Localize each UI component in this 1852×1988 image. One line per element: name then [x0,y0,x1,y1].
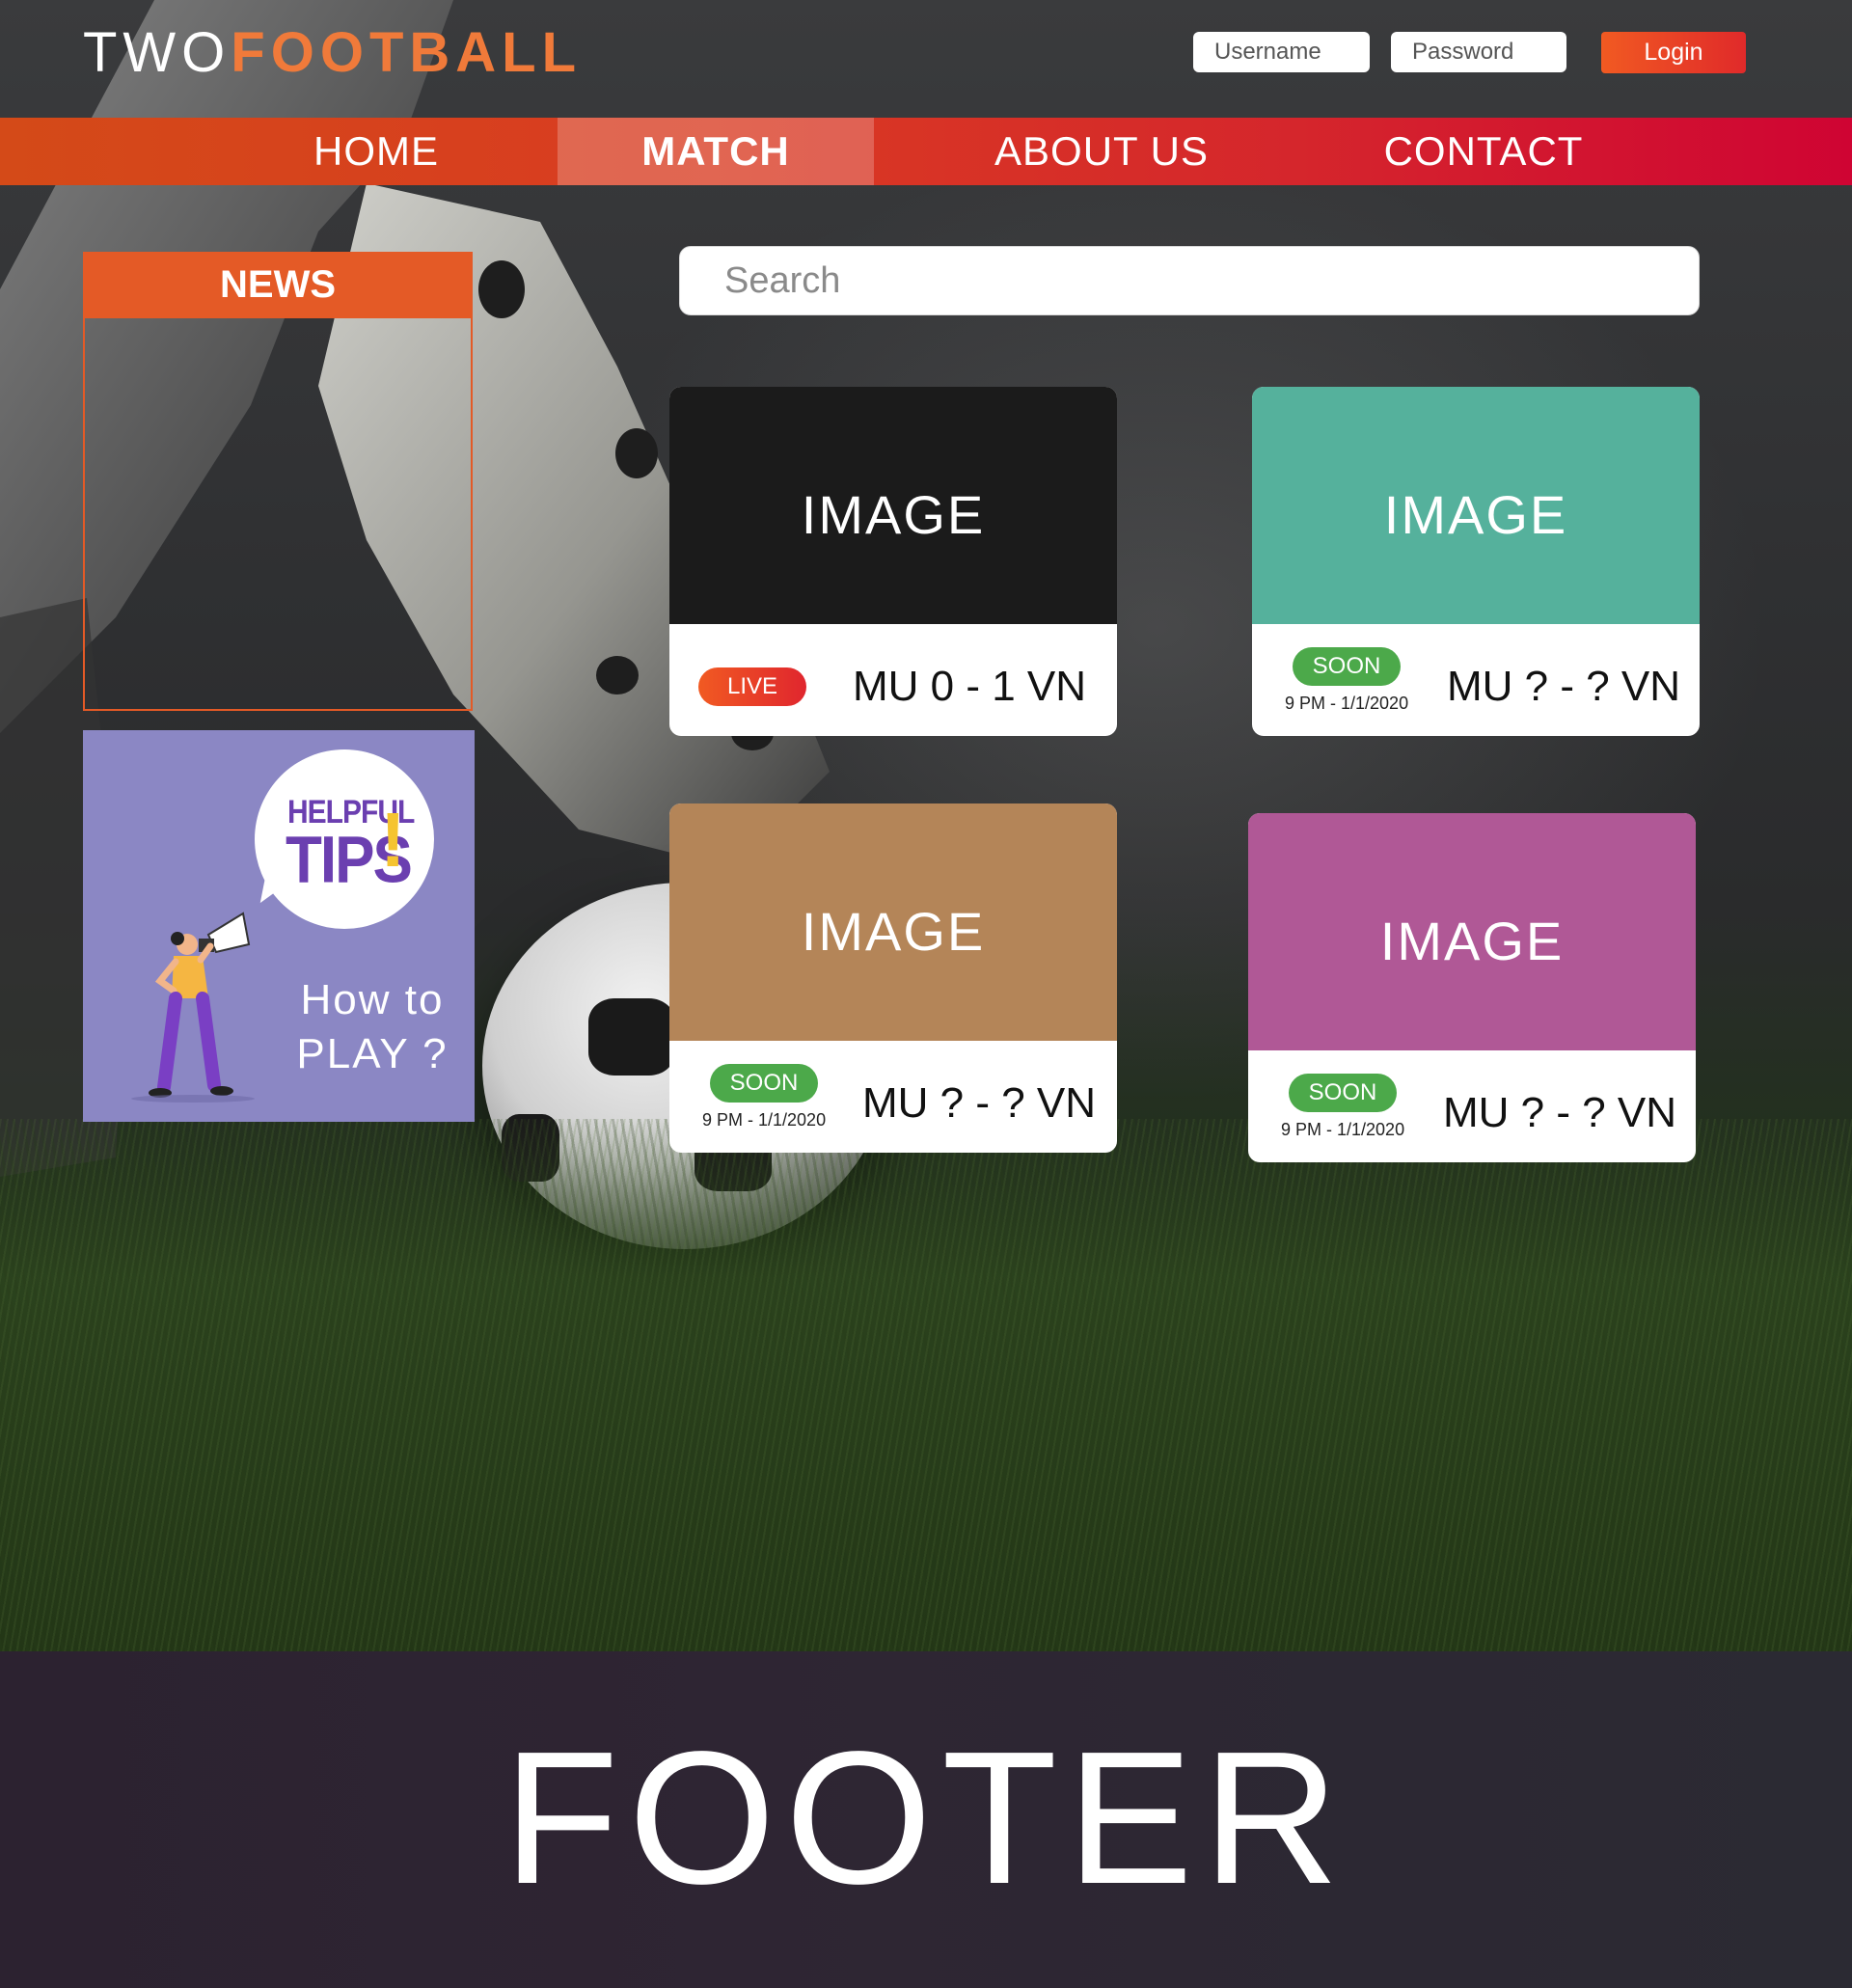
grass-field [0,1119,1852,1651]
nav-item-home[interactable]: HOME [222,118,531,185]
main-nav: HOME MATCH ABOUT US CONTACT [0,118,1852,185]
match-score: MU ? - ? VN [1443,1089,1677,1136]
soon-badge: SOON [710,1064,818,1103]
match-card[interactable]: IMAGE SOON 9 PM - 1/1/2020 MU ? - ? VN [1252,387,1700,736]
how-to-play-text: How to PLAY ? [276,973,469,1081]
megaphone-person-icon [131,912,255,1103]
password-input[interactable] [1391,32,1566,72]
nav-item-contact[interactable]: CONTACT [1329,118,1638,185]
match-image-placeholder: IMAGE [669,387,1117,624]
logo-prefix: TWO [83,21,232,84]
match-image-placeholder: IMAGE [1252,387,1700,624]
match-time: 9 PM - 1/1/2020 [1285,694,1409,713]
match-time: 9 PM - 1/1/2020 [702,1110,827,1130]
login-button[interactable]: Login [1601,32,1746,73]
header: TWOFOOTBALL Login [0,0,1852,118]
footer: FOOTER [0,1651,1852,1988]
match-card[interactable]: IMAGE SOON 9 PM - 1/1/2020 MU ? - ? VN [1248,813,1696,1162]
site-logo[interactable]: TWOFOOTBALL [83,23,582,83]
footer-label: FOOTER [503,1712,1349,1923]
live-badge: LIVE [698,667,806,706]
helpful-tips-banner[interactable]: HELPFUL TIPS ! How to PLAY ? [83,730,475,1122]
match-card[interactable]: IMAGE SOON 9 PM - 1/1/2020 MU ? - ? VN [669,803,1117,1153]
news-panel: NEWS [83,252,473,711]
exclamation-icon: ! [380,797,406,883]
match-time: 9 PM - 1/1/2020 [1281,1120,1405,1139]
how-to-line2: PLAY ? [296,1030,449,1077]
how-to-line1: How to [300,976,445,1023]
match-image-placeholder: IMAGE [1248,813,1696,1050]
nav-item-about-us[interactable]: ABOUT US [947,118,1256,185]
username-input[interactable] [1193,32,1370,72]
news-title: NEWS [83,252,473,318]
soon-badge: SOON [1289,1074,1397,1112]
soon-badge: SOON [1293,647,1401,686]
logo-suffix: FOOTBALL [231,21,583,84]
match-score: MU 0 - 1 VN [853,663,1087,710]
nav-item-match[interactable]: MATCH [558,118,874,185]
match-card[interactable]: IMAGE LIVE MU 0 - 1 VN [669,387,1117,736]
match-score: MU ? - ? VN [1447,663,1681,710]
match-image-placeholder: IMAGE [669,803,1117,1041]
match-score: MU ? - ? VN [862,1079,1097,1127]
search-input[interactable] [679,246,1700,315]
page: TWOFOOTBALL Login HOME MATCH ABOUT US CO… [0,0,1852,1988]
